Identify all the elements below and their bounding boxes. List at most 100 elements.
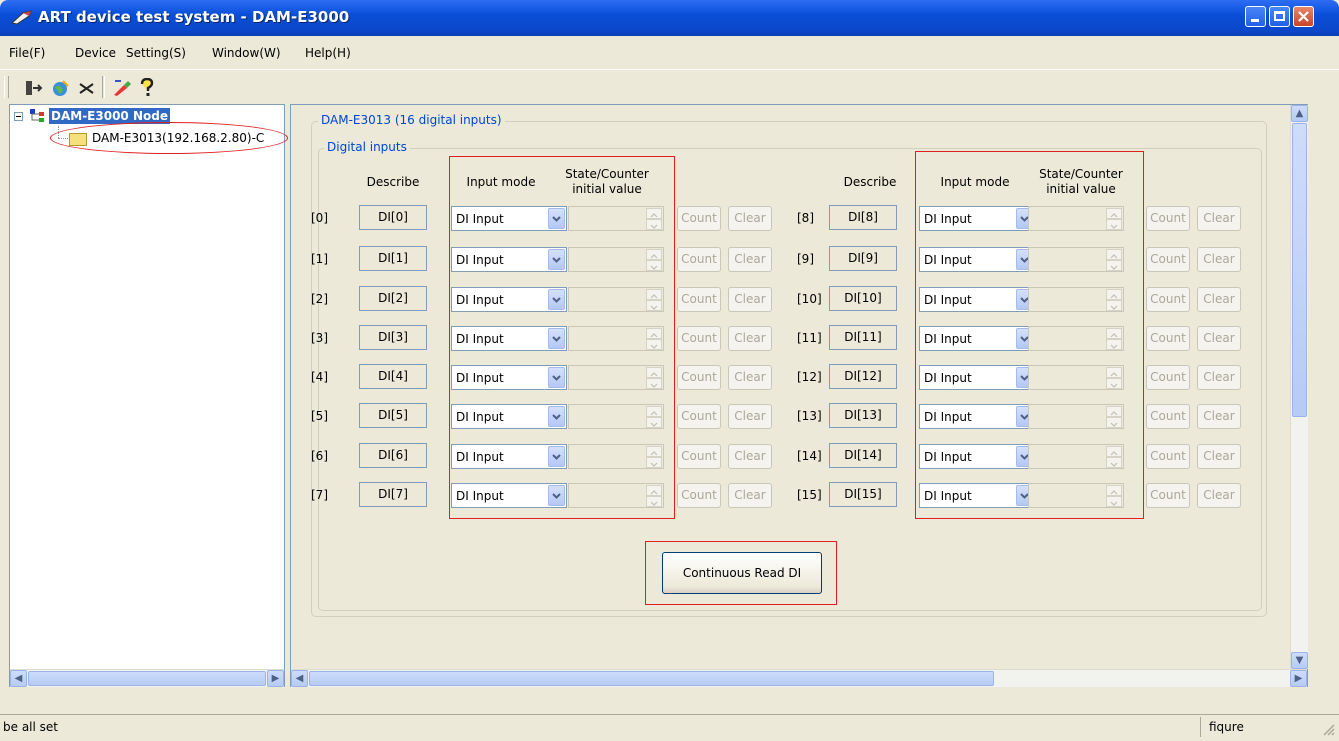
input-mode-select[interactable]: DI Input [451,444,567,469]
scroll-left-icon[interactable]: ◀ [10,670,27,687]
counter-initial-spinner[interactable] [568,247,664,272]
input-mode-select[interactable]: DI Input [919,326,1035,351]
spin-up-icon[interactable] [1106,289,1122,300]
spin-up-icon[interactable] [1106,406,1122,417]
close-button[interactable] [1293,6,1314,27]
clear-button[interactable]: Clear [728,404,772,429]
chevron-down-icon[interactable] [548,249,565,270]
spin-down-icon[interactable] [646,378,662,389]
clear-button[interactable]: Clear [1197,247,1241,272]
chevron-down-icon[interactable] [548,328,565,349]
spin-down-icon[interactable] [646,260,662,271]
continuous-read-button[interactable]: Continuous Read DI [662,552,822,594]
count-button[interactable]: Count [677,483,721,508]
input-mode-select[interactable]: DI Input [451,206,567,231]
resize-grip-icon[interactable] [1322,723,1336,737]
spin-up-icon[interactable] [646,367,662,378]
spin-down-icon[interactable] [646,339,662,350]
count-button[interactable]: Count [677,326,721,351]
input-mode-select[interactable]: DI Input [451,365,567,390]
count-button[interactable]: Count [1146,287,1190,312]
input-mode-select[interactable]: DI Input [919,404,1035,429]
counter-initial-spinner[interactable] [568,287,664,312]
spin-up-icon[interactable] [1106,367,1122,378]
menu-file[interactable]: File(F) [9,46,45,60]
counter-initial-spinner[interactable] [568,404,664,429]
input-mode-select[interactable]: DI Input [919,287,1035,312]
spin-up-icon[interactable] [646,289,662,300]
clear-button[interactable]: Clear [1197,404,1241,429]
tree-hscrollbar[interactable]: ◀ ▶ [10,669,284,687]
spin-up-icon[interactable] [1106,249,1122,260]
count-button[interactable]: Count [1146,444,1190,469]
chevron-down-icon[interactable] [548,446,565,467]
main-hscrollbar[interactable]: ◀ ▶ [291,669,1307,687]
scroll-right-icon[interactable]: ▶ [1290,670,1307,687]
spin-up-icon[interactable] [646,446,662,457]
clear-button[interactable]: Clear [1197,287,1241,312]
clear-button[interactable]: Clear [728,326,772,351]
input-mode-select[interactable]: DI Input [919,444,1035,469]
counter-initial-spinner[interactable] [568,326,664,351]
counter-initial-spinner[interactable] [1028,287,1124,312]
maximize-button[interactable] [1269,6,1290,27]
clear-button[interactable]: Clear [728,444,772,469]
spin-down-icon[interactable] [1106,300,1122,311]
vscroll-thumb[interactable] [1292,123,1307,417]
input-mode-select[interactable]: DI Input [451,247,567,272]
input-mode-select[interactable]: DI Input [919,365,1035,390]
help-icon[interactable] [139,78,155,98]
spin-up-icon[interactable] [1106,485,1122,496]
disconnect-icon[interactable] [78,80,96,96]
input-mode-select[interactable]: DI Input [919,247,1035,272]
spin-up-icon[interactable] [1106,328,1122,339]
paint-icon[interactable] [112,78,132,98]
spin-up-icon[interactable] [1106,208,1122,219]
toolbar-grip[interactable] [4,76,9,98]
spin-up-icon[interactable] [646,249,662,260]
clear-button[interactable]: Clear [1197,483,1241,508]
spin-down-icon[interactable] [1106,219,1122,230]
counter-initial-spinner[interactable] [1028,483,1124,508]
chevron-down-icon[interactable] [548,367,565,388]
title-bar[interactable]: ART device test system - DAM-E3000 [0,0,1339,36]
spin-down-icon[interactable] [1106,339,1122,350]
count-button[interactable]: Count [1146,206,1190,231]
globe-icon[interactable] [50,79,70,97]
scroll-thumb[interactable] [28,671,266,686]
spin-up-icon[interactable] [646,208,662,219]
count-button[interactable]: Count [677,404,721,429]
clear-button[interactable]: Clear [728,365,772,390]
spin-down-icon[interactable] [1106,457,1122,468]
count-button[interactable]: Count [1146,483,1190,508]
input-mode-select[interactable]: DI Input [919,206,1035,231]
spin-up-icon[interactable] [1106,446,1122,457]
main-vscrollbar[interactable]: ▲ ▼ [1290,105,1308,669]
clear-button[interactable]: Clear [1197,365,1241,390]
input-mode-select[interactable]: DI Input [451,404,567,429]
menu-device[interactable]: Device [75,46,116,60]
spin-down-icon[interactable] [646,219,662,230]
count-button[interactable]: Count [677,206,721,231]
spin-down-icon[interactable] [1106,260,1122,271]
chevron-down-icon[interactable] [548,406,565,427]
clear-button[interactable]: Clear [728,483,772,508]
spin-down-icon[interactable] [646,457,662,468]
connect-icon[interactable] [24,79,44,97]
input-mode-select[interactable]: DI Input [451,483,567,508]
spin-down-icon[interactable] [1106,378,1122,389]
spin-up-icon[interactable] [646,485,662,496]
clear-button[interactable]: Clear [728,206,772,231]
input-mode-select[interactable]: DI Input [451,287,567,312]
spin-up-icon[interactable] [646,406,662,417]
counter-initial-spinner[interactable] [1028,404,1124,429]
chevron-down-icon[interactable] [548,289,565,310]
count-button[interactable]: Count [677,287,721,312]
spin-down-icon[interactable] [646,300,662,311]
minimize-button[interactable] [1245,6,1266,27]
input-mode-select[interactable]: DI Input [919,483,1035,508]
chevron-down-icon[interactable] [548,485,565,506]
counter-initial-spinner[interactable] [568,483,664,508]
counter-initial-spinner[interactable] [568,365,664,390]
clear-button[interactable]: Clear [728,287,772,312]
